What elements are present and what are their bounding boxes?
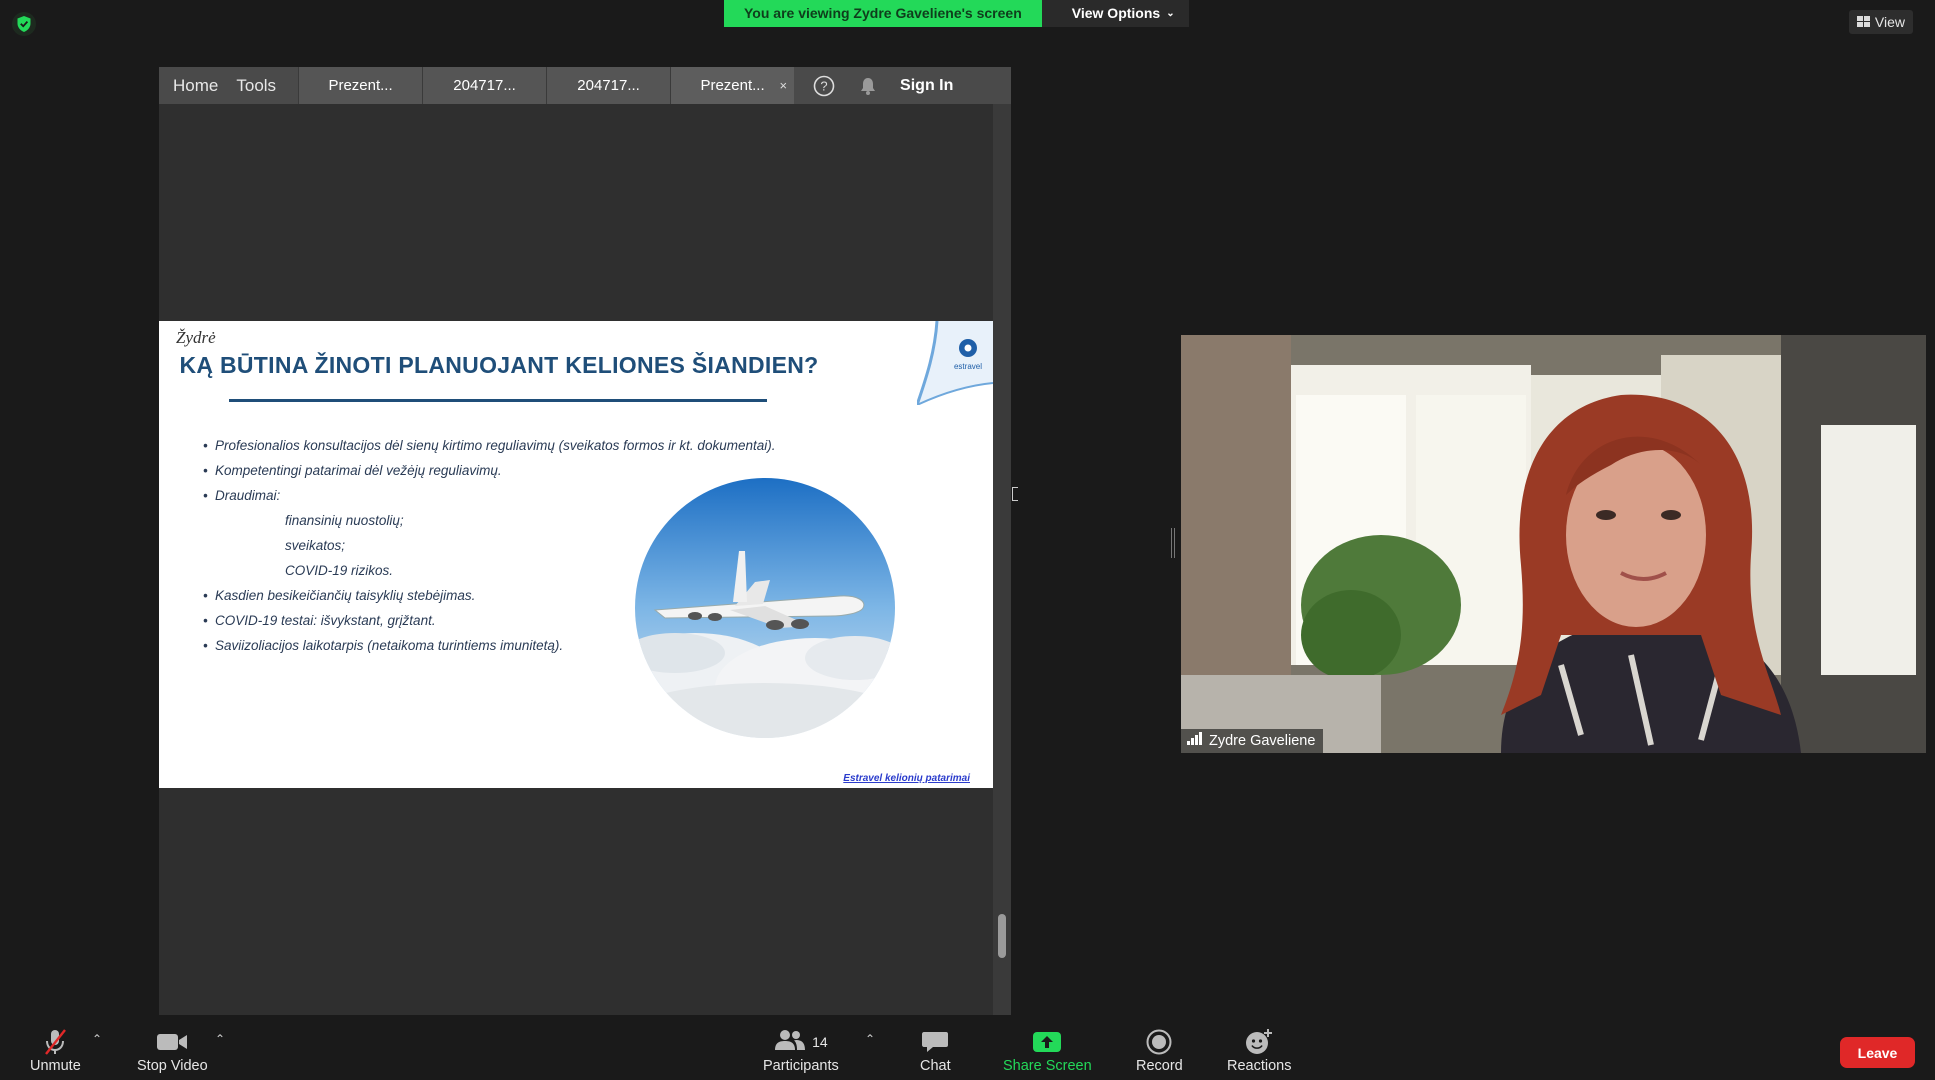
participants-count: 14 <box>812 1034 828 1050</box>
video-camera-icon <box>156 1026 188 1058</box>
title-underline <box>229 399 767 402</box>
record-label: Record <box>1136 1058 1183 1074</box>
chat-bubble-icon <box>921 1026 949 1058</box>
browser-tabbar: Home Tools Prezent... 204717... 204717..… <box>159 67 1011 104</box>
sign-in-button[interactable]: Sign In <box>886 77 953 95</box>
participants-options-caret-icon[interactable]: ⌃ <box>865 1032 875 1046</box>
chevron-down-icon: ⌄ <box>1166 8 1175 19</box>
view-button-label: View <box>1874 14 1905 30</box>
participant-video-tile[interactable]: Zydre Gaveliene <box>1181 335 1926 753</box>
bell-icon[interactable] <box>850 76 886 96</box>
estravel-logo: estravel <box>915 321 993 406</box>
help-icon[interactable]: ? <box>806 75 842 97</box>
document-tab[interactable]: Prezent... <box>298 67 423 104</box>
tab-label: 204717... <box>577 77 640 94</box>
security-shield-icon[interactable] <box>12 12 36 36</box>
panel-resize-handle[interactable] <box>1171 528 1175 558</box>
participant-name-label: Zydre Gaveliene <box>1181 729 1324 753</box>
reactions-button[interactable]: Reactions <box>1227 1026 1291 1074</box>
slide-footer-link[interactable]: Estravel kelionių patarimai <box>843 773 970 784</box>
logo-text: estravel <box>954 362 982 371</box>
record-button[interactable]: Record <box>1136 1026 1183 1074</box>
participants-button[interactable]: 14 Participants <box>763 1026 839 1074</box>
airplane-image <box>635 478 895 738</box>
record-icon <box>1146 1026 1172 1058</box>
list-item: Kompetentingi patarimai dėl vežėjų regul… <box>203 458 775 483</box>
stop-video-button[interactable]: Stop Video <box>137 1026 208 1074</box>
audio-options-caret-icon[interactable]: ⌃ <box>92 1032 102 1046</box>
shared-screen: Home Tools Prezent... 204717... 204717..… <box>159 67 1011 1015</box>
grid-icon <box>1856 14 1870 30</box>
meeting-toolbar: Unmute ⌃ Stop Video ⌃ 14 Participants ⌃ … <box>0 1020 1935 1080</box>
leave-label: Leave <box>1857 1044 1898 1061</box>
muted-microphone-icon <box>40 1026 70 1058</box>
participants-icon <box>774 1029 806 1055</box>
share-screen-button[interactable]: Share Screen <box>1003 1026 1092 1074</box>
vertical-scrollbar[interactable] <box>993 104 1011 1015</box>
participant-name: Zydre Gaveliene <box>1209 732 1316 749</box>
tab-label: 204717... <box>453 77 516 94</box>
unmute-label: Unmute <box>30 1058 81 1074</box>
leave-button[interactable]: Leave <box>1840 1037 1915 1068</box>
svg-text:?: ? <box>820 78 827 93</box>
stop-video-label: Stop Video <box>137 1058 208 1074</box>
participant-video <box>1181 335 1926 753</box>
view-options-button[interactable]: View Options ⌄ <box>1041 0 1189 27</box>
participants-label: Participants <box>763 1058 839 1074</box>
nav-tools[interactable]: Tools <box>232 67 298 104</box>
slide-author: Žydrė <box>176 328 216 347</box>
share-screen-icon <box>1032 1026 1062 1058</box>
tab-label: Prezent... <box>700 77 765 94</box>
slide-title: KĄ BŪTINA ŽINOTI PLANUOJANT KELIONES ŠIA… <box>179 352 819 378</box>
nav-home[interactable]: Home <box>159 67 232 104</box>
view-button[interactable]: View <box>1848 10 1913 34</box>
tab-label: Prezent... <box>328 77 393 94</box>
document-tab[interactable]: 204717... <box>422 67 547 104</box>
view-options-label: View Options <box>1071 5 1161 21</box>
document-viewer[interactable]: Žydrė KĄ BŪTINA ŽINOTI PLANUOJANT KELION… <box>159 104 993 1015</box>
presentation-slide: Žydrė KĄ BŪTINA ŽINOTI PLANUOJANT KELION… <box>159 321 993 788</box>
viewing-status: You are viewing Zydre Gaveliene's screen <box>724 0 1042 27</box>
scroll-thumb[interactable] <box>998 914 1006 958</box>
document-tab-active[interactable]: Prezent... × <box>670 67 795 104</box>
signal-strength-icon <box>1187 732 1203 749</box>
cursor-icon <box>1012 487 1018 501</box>
smiley-plus-icon <box>1244 1026 1274 1058</box>
screen-share-banner: You are viewing Zydre Gaveliene's screen… <box>724 0 1189 27</box>
reactions-label: Reactions <box>1227 1058 1292 1074</box>
video-options-caret-icon[interactable]: ⌃ <box>215 1032 225 1046</box>
list-item: Profesionalios konsultacijos dėl sienų k… <box>203 433 775 458</box>
share-screen-label: Share Screen <box>1003 1058 1092 1074</box>
unmute-button[interactable]: Unmute <box>30 1026 81 1074</box>
document-tab[interactable]: 204717... <box>546 67 671 104</box>
close-tab-icon[interactable]: × <box>779 78 787 93</box>
chat-button[interactable]: Chat <box>920 1026 951 1074</box>
chat-label: Chat <box>920 1058 951 1074</box>
